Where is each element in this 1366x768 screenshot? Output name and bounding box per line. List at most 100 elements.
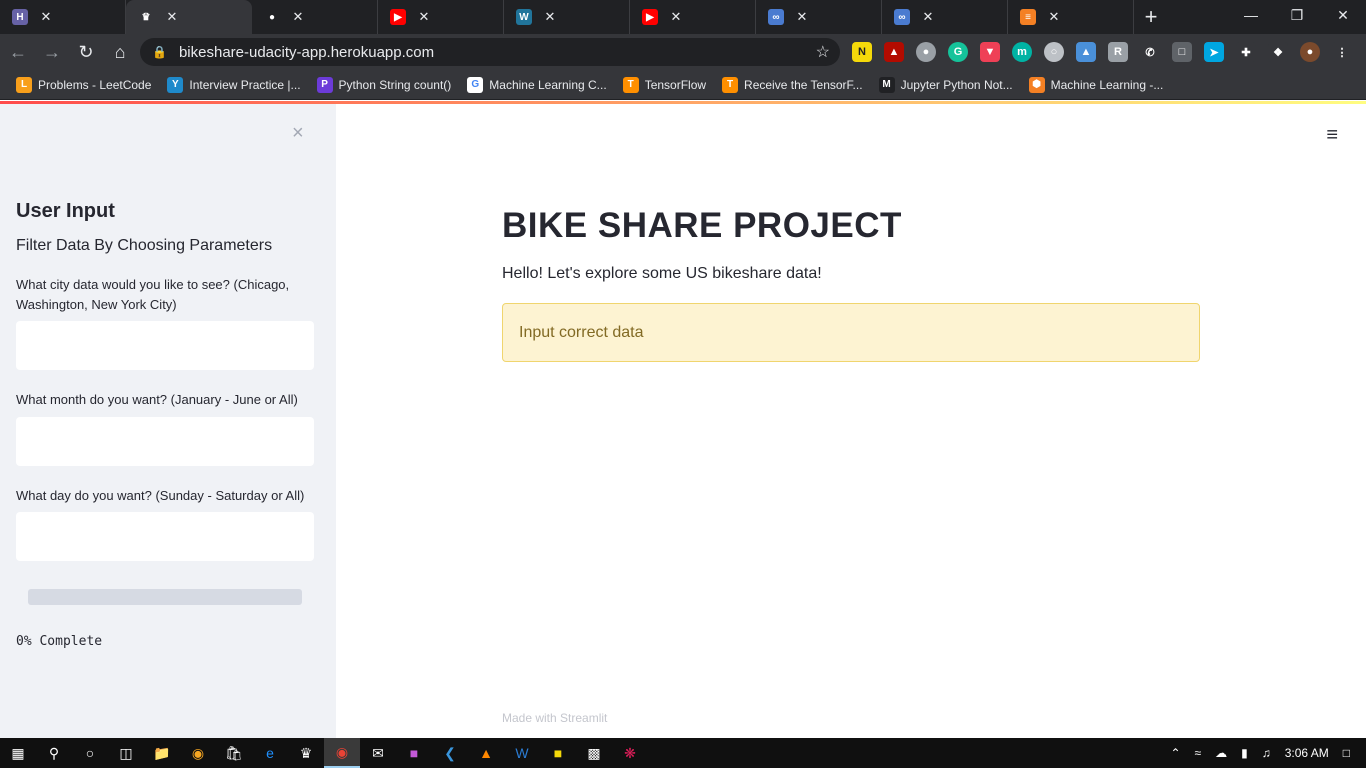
vlc-icon[interactable]: ▲ (468, 738, 504, 768)
bookmark-label: Problems - LeetCode (38, 77, 152, 92)
browser-tab[interactable]: ∞Intro to Mo✕ (882, 0, 1234, 141)
wifi-icon[interactable]: ≈ (1195, 746, 1202, 760)
bookmark-item[interactable]: M Jupyter Python Not... (878, 76, 1013, 93)
edge-icon[interactable]: e (252, 738, 288, 768)
close-tab-icon[interactable]: ✕ (542, 9, 558, 25)
bookmark-item[interactable]: L Problems - LeetCode (16, 76, 152, 93)
browser-tab[interactable]: ▶(52) How To✕ (378, 0, 745, 141)
cloud-icon[interactable]: ☁ (1215, 746, 1227, 760)
battery-icon[interactable]: ▮ (1241, 746, 1248, 760)
avatar[interactable]: ● (1300, 42, 1320, 62)
bookmark-item[interactable]: G Machine Learning C... (467, 76, 607, 93)
browser-tab[interactable]: ∞Ingressive F✕ (756, 0, 1132, 141)
maximize-icon[interactable]: ❐ (1274, 0, 1320, 30)
cortana-icon[interactable]: ○ (72, 738, 108, 768)
reload-icon[interactable]: ↻ (70, 36, 102, 68)
app-icon[interactable]: ■ (396, 738, 432, 768)
close-tab-icon[interactable]: ✕ (416, 9, 432, 25)
lock-icon[interactable]: 🔒 (152, 45, 167, 59)
phone-icon[interactable]: ✆ (1140, 42, 1160, 62)
bookmark-star-icon[interactable]: ☆ (816, 42, 830, 62)
chrome-icon[interactable]: ◉ (324, 738, 360, 768)
browser-tab[interactable]: ▶(52) how to✕ (630, 0, 986, 141)
close-tab-icon[interactable]: ✕ (794, 9, 810, 25)
close-tab-icon[interactable]: ✕ (668, 9, 684, 25)
footer-link[interactable]: Made with Streamlit (502, 711, 607, 725)
bookmark-favicon-icon: Y (167, 76, 184, 93)
close-sidebar-icon[interactable]: × (292, 122, 304, 145)
browser-tab[interactable]: Hbikeshare-u✕ (0, 0, 367, 141)
close-tab-icon[interactable]: ✕ (38, 9, 54, 25)
mail-icon[interactable]: ✉ (360, 738, 396, 768)
bookmark-favicon-icon: P (316, 76, 333, 93)
puzzle-icon[interactable]: ❖ (1268, 42, 1288, 62)
browser-tab[interactable]: ≡markdown✕ (1008, 0, 1353, 141)
extension-icon[interactable]: ✚ (1236, 42, 1256, 62)
browser-tab[interactable]: ●EkeneFidel/✕ (252, 0, 618, 141)
slack-icon[interactable]: ❋ (612, 738, 648, 768)
extension-icon[interactable]: ▲ (1076, 42, 1096, 62)
bookmark-label: TensorFlow (644, 77, 707, 92)
new-tab-icon[interactable]: + (1134, 0, 1168, 34)
chevron-up-icon[interactable]: ⌃ (1170, 746, 1180, 760)
search-icon[interactable]: ⚲ (36, 738, 72, 768)
extension-icon[interactable]: m (1012, 42, 1032, 62)
notion-extension-icon[interactable]: N (852, 42, 872, 62)
close-tab-icon[interactable]: ✕ (164, 9, 180, 25)
address-bar[interactable]: 🔒 bikeshare-udacity-app.herokuapp.com ☆ (140, 38, 840, 66)
extension-icon[interactable]: □ (1172, 42, 1192, 62)
bookmark-item[interactable]: T Receive the TensorF... (722, 76, 863, 93)
forward-icon[interactable]: → (36, 36, 68, 68)
bookmark-item[interactable]: P Python String count() (316, 76, 452, 93)
back-icon[interactable]: ← (2, 36, 34, 68)
close-tab-icon[interactable]: ✕ (920, 9, 936, 25)
minimize-icon[interactable]: — (1228, 0, 1274, 30)
bookmark-item[interactable]: T TensorFlow (622, 76, 707, 93)
browser-tab[interactable]: ♛bikeshare_2✕ (126, 0, 499, 141)
city-input[interactable] (16, 321, 314, 370)
task-view-icon[interactable]: ◫ (108, 738, 144, 768)
word-icon[interactable]: W (504, 738, 540, 768)
hamburger-menu-icon[interactable]: ≡ (1326, 124, 1338, 147)
bookmark-item[interactable]: Y Interview Practice |... (167, 76, 301, 93)
url-text[interactable]: bikeshare-udacity-app.herokuapp.com (179, 44, 816, 61)
browser-toolbar: ← → ↻ ⌂ 🔒 bikeshare-udacity-app.herokuap… (0, 34, 1366, 70)
bookmark-label: Jupyter Python Not... (900, 77, 1013, 92)
close-window-icon[interactable]: ✕ (1320, 0, 1366, 30)
extension-icon[interactable]: ○ (1044, 42, 1064, 62)
extension-icon[interactable]: R (1108, 42, 1128, 62)
menu-dots-icon[interactable]: ⋮ (1332, 42, 1352, 62)
clock-time[interactable]: 3:06 AM (1285, 746, 1329, 760)
progress-bar (28, 589, 302, 605)
bookmark-favicon-icon: ⬢ (1028, 76, 1045, 93)
month-input[interactable] (16, 417, 314, 466)
pdf-extension-icon[interactable]: ▲ (884, 42, 904, 62)
bookmark-label: Machine Learning -... (1050, 77, 1164, 92)
app-icon[interactable]: ◉ (180, 738, 216, 768)
grammarly-icon[interactable]: G (948, 42, 968, 62)
notification-icon[interactable]: □ (1343, 746, 1350, 760)
close-tab-icon[interactable]: ✕ (290, 9, 306, 25)
browser-tab[interactable]: WHow to Dep✕ (504, 0, 867, 141)
file-explorer-icon[interactable]: 📁 (144, 738, 180, 768)
extension-icon[interactable]: ➤ (1204, 42, 1224, 62)
bookmark-label: Python String count() (338, 77, 452, 92)
day-input[interactable] (16, 512, 314, 561)
close-tab-icon[interactable]: ✕ (1046, 9, 1062, 25)
windows-start-icon[interactable]: ▦ (0, 738, 36, 768)
bookmark-item[interactable]: ⬢ Machine Learning -... (1028, 76, 1164, 93)
volume-icon[interactable]: ♫ (1262, 746, 1271, 760)
pocket-icon[interactable]: ▼ (980, 42, 1000, 62)
intro-text: Hello! Let's explore some US bikeshare d… (502, 265, 822, 282)
store-icon[interactable]: 🛍 (216, 738, 252, 768)
home-icon[interactable]: ⌂ (104, 36, 136, 68)
stackoverflow-icon: ≡ (1020, 9, 1036, 25)
bookmarks-bar: L Problems - LeetCode Y Interview Practice … (0, 70, 1366, 100)
app-icon[interactable]: ♛ (288, 738, 324, 768)
sticky-notes-icon[interactable]: ■ (540, 738, 576, 768)
progress-text: 0% Complete (16, 634, 103, 649)
extension-icon[interactable]: ● (916, 42, 936, 62)
terminal-icon[interactable]: ▩ (576, 738, 612, 768)
sidebar: × User Input Filter Data By Choosing Par… (0, 104, 336, 738)
vscode-icon[interactable]: ❮ (432, 738, 468, 768)
